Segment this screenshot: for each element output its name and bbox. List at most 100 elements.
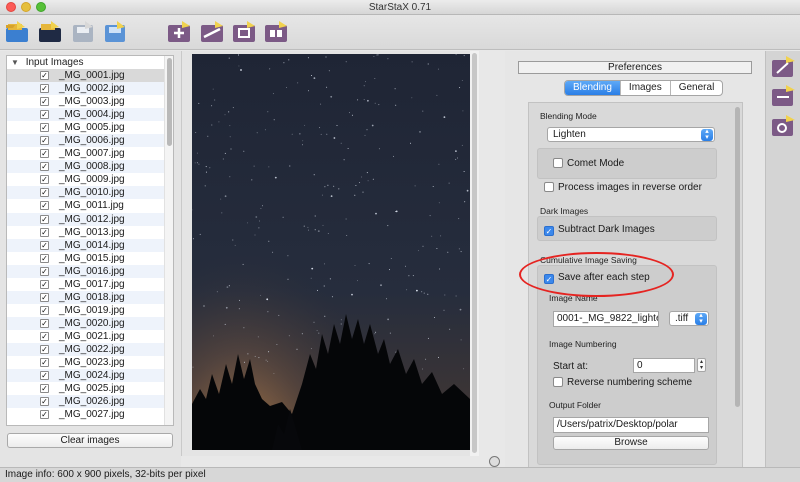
file-checkbox[interactable]: ✓: [40, 292, 49, 302]
remove-comet-button[interactable]: [770, 84, 797, 109]
file-checkbox[interactable]: ✓: [40, 71, 49, 80]
comet-mode-box[interactable]: [553, 158, 563, 168]
reverse-order-box[interactable]: [544, 182, 554, 192]
file-checkbox[interactable]: ✓: [40, 175, 49, 185]
file-row[interactable]: ✓ _MG_0009.jpg: [7, 173, 165, 186]
subtract-dark-box[interactable]: ✓: [544, 226, 554, 236]
output-folder-field[interactable]: /Users/patrix/Desktop/polar: [553, 417, 709, 433]
open-images-button[interactable]: [2, 18, 32, 46]
file-row[interactable]: ✓ _MG_0005.jpg: [7, 121, 165, 134]
input-images-header[interactable]: ▼ Input Images: [7, 56, 173, 69]
save-each-step-box[interactable]: ✓: [544, 274, 554, 284]
file-row[interactable]: ✓ _MG_0014.jpg: [7, 238, 165, 252]
file-checkbox[interactable]: ✓: [40, 214, 49, 224]
file-row[interactable]: ✓ _MG_0017.jpg: [7, 278, 165, 291]
file-checkbox[interactable]: ✓: [40, 371, 49, 381]
file-row[interactable]: ✓ _MG_0026.jpg: [7, 395, 165, 409]
file-row[interactable]: ✓ _MG_0004.jpg: [7, 108, 165, 122]
file-checkbox[interactable]: ✓: [40, 397, 49, 407]
file-row[interactable]: ✓ _MG_0016.jpg: [7, 264, 165, 278]
reverse-numbering-box[interactable]: [553, 377, 563, 387]
save-each-step-checkbox[interactable]: ✓ Save after each step: [544, 272, 650, 284]
file-row[interactable]: ✓ _MG_0020.jpg: [7, 316, 165, 330]
file-row[interactable]: ✓ _MG_0011.jpg: [7, 199, 165, 212]
file-checkbox[interactable]: ✓: [40, 123, 49, 133]
file-row[interactable]: ✓ _MG_0012.jpg: [7, 212, 165, 226]
file-row[interactable]: ✓ _MG_0024.jpg: [7, 369, 165, 383]
file-checkbox[interactable]: ✓: [40, 266, 49, 276]
file-row[interactable]: ✓ _MG_0023.jpg: [7, 356, 165, 369]
blending-mode-select[interactable]: Lighten ▴ ▾: [547, 127, 715, 142]
file-row[interactable]: ✓ _MG_0019.jpg: [7, 304, 165, 317]
file-checkbox[interactable]: ✓: [40, 358, 49, 368]
open-dark-images-button[interactable]: [35, 18, 65, 46]
reverse-numbering-checkbox[interactable]: Reverse numbering scheme: [553, 377, 692, 388]
file-checkbox[interactable]: ✓: [40, 110, 49, 120]
browse-button[interactable]: Browse: [553, 436, 709, 450]
list-scrollbar-thumb[interactable]: [167, 58, 172, 146]
file-checkbox[interactable]: ✓: [40, 279, 49, 289]
file-row[interactable]: ✓ _MG_0021.jpg: [7, 330, 165, 343]
file-checkbox[interactable]: ✓: [40, 305, 49, 315]
file-row[interactable]: ✓ _MG_0018.jpg: [7, 290, 165, 304]
file-checkbox[interactable]: ✓: [40, 318, 49, 328]
comet-mode-checkbox[interactable]: Comet Mode: [553, 158, 624, 169]
file-row[interactable]: ✓ _MG_0006.jpg: [7, 134, 165, 148]
add-images-button[interactable]: [164, 18, 194, 46]
file-row[interactable]: ✓ _MG_0008.jpg: [7, 160, 165, 174]
start-at-stepper[interactable]: ▴ ▾: [697, 358, 706, 372]
file-row[interactable]: ✓ _MG_0010.jpg: [7, 186, 165, 200]
close-window-button[interactable]: [6, 2, 16, 12]
save-button[interactable]: [68, 18, 98, 46]
zoom-window-button[interactable]: [36, 2, 46, 12]
preview-button[interactable]: [229, 18, 259, 46]
file-checkbox[interactable]: ✓: [40, 149, 49, 159]
file-checkbox[interactable]: ✓: [40, 188, 49, 198]
start-processing-button[interactable]: [197, 18, 227, 46]
tab-general[interactable]: General: [671, 81, 723, 95]
file-checkbox[interactable]: ✓: [40, 344, 49, 354]
file-checkbox[interactable]: ✓: [40, 227, 49, 237]
preferences-scrollbar[interactable]: [735, 107, 740, 462]
file-checkbox[interactable]: ✓: [40, 240, 49, 250]
file-row[interactable]: ✓ _MG_0022.jpg: [7, 342, 165, 357]
preview-scrollbar[interactable]: [470, 51, 479, 456]
file-checkbox[interactable]: ✓: [40, 410, 49, 420]
add-comet-button[interactable]: [770, 55, 797, 80]
minimize-window-button[interactable]: [21, 2, 31, 12]
image-name-field[interactable]: 0001-_MG_9822_lighten: [553, 311, 659, 327]
file-row[interactable]: ✓ _MG_0025.jpg: [7, 382, 165, 395]
file-row[interactable]: ✓ _MG_0001.jpg: [7, 69, 165, 83]
preferences-scrollbar-thumb[interactable]: [735, 107, 740, 407]
file-row[interactable]: ✓ _MG_0013.jpg: [7, 226, 165, 239]
file-checkbox[interactable]: ✓: [40, 384, 49, 394]
start-at-field[interactable]: 0: [633, 358, 695, 373]
zoom-reset-icon[interactable]: [489, 456, 500, 467]
file-checkbox[interactable]: ✓: [40, 201, 49, 211]
file-checkbox[interactable]: ✓: [40, 97, 49, 107]
clear-images-button[interactable]: Clear images: [7, 433, 173, 448]
input-images-list[interactable]: ▼ Input Images ✓ _MG_0001.jpg ✓ _MG_0002.jp…: [6, 55, 174, 426]
tab-images[interactable]: Images: [621, 81, 671, 95]
list-scrollbar[interactable]: [164, 56, 173, 425]
reverse-order-checkbox[interactable]: Process images in reverse order: [544, 182, 702, 193]
file-row[interactable]: ✓ _MG_0015.jpg: [7, 252, 165, 265]
tab-blending[interactable]: Blending: [565, 81, 621, 95]
file-checkbox[interactable]: ✓: [40, 253, 49, 263]
subtract-dark-checkbox[interactable]: ✓ Subtract Dark Images: [544, 224, 655, 236]
file-checkbox[interactable]: ✓: [40, 84, 49, 94]
popup-arrows-icon: ▴ ▾: [695, 312, 707, 325]
file-row[interactable]: ✓ _MG_0007.jpg: [7, 147, 165, 160]
disclosure-triangle-icon[interactable]: ▼: [11, 56, 19, 69]
format-select[interactable]: .tiff ▴ ▾: [669, 311, 709, 326]
stack-button[interactable]: [261, 18, 291, 46]
preview-scrollbar-thumb[interactable]: [472, 53, 477, 453]
settings-brush-button[interactable]: [770, 114, 797, 139]
file-row[interactable]: ✓ _MG_0003.jpg: [7, 95, 165, 108]
file-checkbox[interactable]: ✓: [40, 136, 49, 146]
export-button[interactable]: [100, 18, 130, 46]
file-row[interactable]: ✓ _MG_0002.jpg: [7, 82, 165, 96]
file-checkbox[interactable]: ✓: [40, 162, 49, 172]
file-checkbox[interactable]: ✓: [40, 331, 49, 341]
file-row[interactable]: ✓ _MG_0027.jpg: [7, 408, 165, 421]
